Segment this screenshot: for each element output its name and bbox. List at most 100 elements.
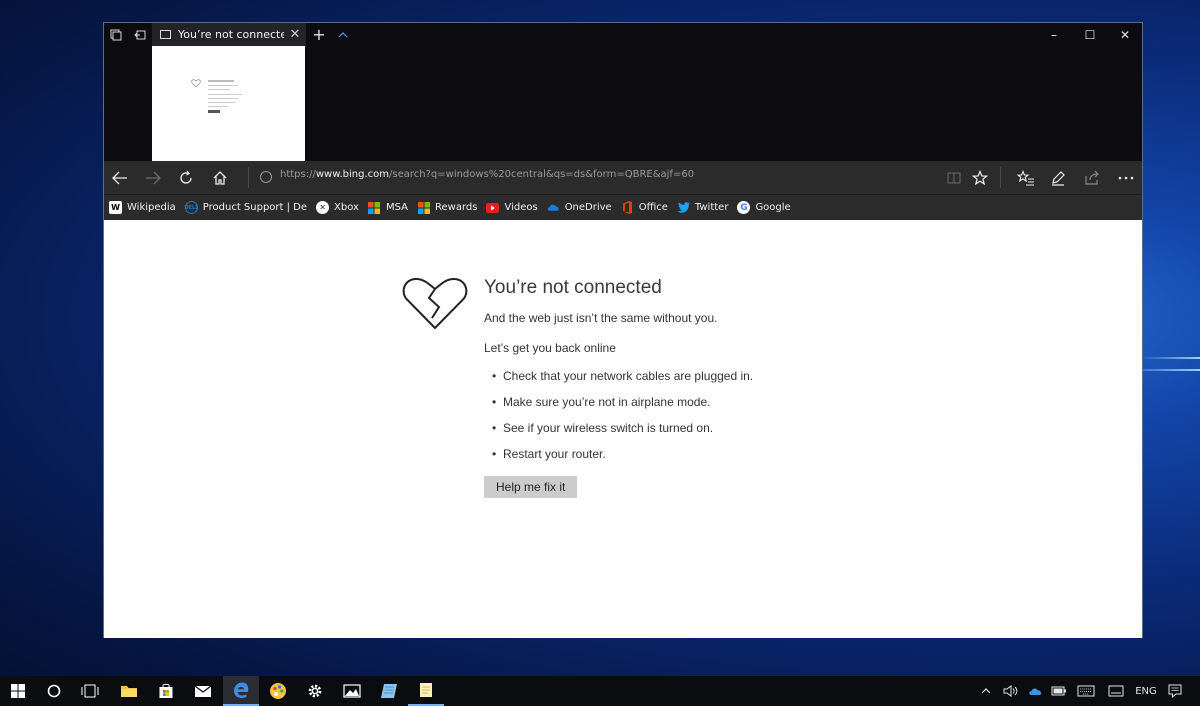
notepad-app-icon[interactable]	[371, 676, 407, 706]
photos-icon[interactable]	[334, 676, 370, 706]
favorite-videos[interactable]: Videos	[486, 201, 538, 214]
hub-icon[interactable]	[1010, 161, 1042, 194]
favorite-label: MSA	[385, 202, 408, 213]
more-icon[interactable]	[1110, 161, 1142, 194]
settings-gear-icon[interactable]	[297, 676, 333, 706]
troubleshooting-list: • Check that your network cables are plug…	[484, 369, 753, 473]
dell-icon: DELL	[184, 201, 198, 214]
tab-title: You’re not connected	[178, 28, 284, 41]
favorite-label: OneDrive	[564, 202, 612, 213]
divider	[248, 167, 249, 188]
favorite-label: Videos	[504, 202, 538, 213]
minimize-button[interactable]: –	[1037, 23, 1071, 46]
navigation-bar: https://www.bing.com/search?q=windows%20…	[104, 161, 1142, 194]
mail-icon[interactable]	[185, 676, 221, 706]
edge-icon[interactable]	[223, 676, 259, 706]
microsoft-icon	[417, 201, 430, 214]
list-item-text: Make sure you’re not in airplane mode.	[503, 395, 711, 409]
restore-tabs-icon[interactable]	[128, 23, 152, 46]
touch-keyboard-icon[interactable]	[1074, 676, 1098, 706]
favorite-label: Twitter	[694, 202, 729, 213]
wallpaper-light-beam	[1140, 357, 1200, 359]
onedrive-icon	[547, 201, 560, 214]
favorite-onedrive[interactable]: OneDrive	[547, 201, 612, 214]
favorite-star-icon[interactable]	[964, 161, 996, 194]
store-icon[interactable]	[148, 676, 184, 706]
notes-app-icon[interactable]	[408, 676, 444, 706]
favorite-twitter[interactable]: Twitter	[676, 201, 729, 214]
task-view-icon[interactable]	[72, 676, 108, 706]
windows-ink-icon[interactable]	[1104, 676, 1128, 706]
hide-tab-previews-icon[interactable]	[334, 23, 352, 46]
new-tab-button[interactable]: +	[308, 23, 330, 46]
browser-window: You’re not connected ✕ + – ☐ ✕ https://w…	[103, 22, 1143, 638]
battery-icon[interactable]	[1048, 676, 1070, 706]
favorite-office[interactable]: Office	[621, 201, 668, 214]
action-center-icon[interactable]	[1164, 676, 1186, 706]
favorite-label: Google	[755, 202, 791, 213]
favorite-label: Xbox	[334, 202, 359, 213]
input-language[interactable]: ENG	[1132, 676, 1160, 706]
show-hidden-icons-chevron-icon[interactable]	[977, 676, 995, 706]
favorites-bar: W Wikipedia DELL Product Support | De ✕ …	[104, 194, 1142, 220]
paint-3d-icon[interactable]	[260, 676, 296, 706]
error-lead: Let’s get you back online	[484, 341, 616, 355]
help-me-fix-it-button[interactable]: Help me fix it	[484, 476, 578, 498]
error-subtitle: And the web just isn’t the same without …	[484, 311, 718, 325]
home-icon[interactable]	[204, 161, 236, 194]
share-icon[interactable]	[1076, 161, 1108, 194]
web-note-icon[interactable]	[1042, 161, 1074, 194]
cortana-icon[interactable]	[36, 676, 72, 706]
start-windows-icon[interactable]	[0, 676, 36, 706]
error-title: You’re not connected	[484, 277, 662, 298]
xbox-icon: ✕	[316, 201, 330, 214]
list-item: • Check that your network cables are plug…	[484, 369, 753, 395]
youtube-icon	[486, 201, 500, 214]
taskbar: ENG	[0, 676, 1200, 706]
forward-icon[interactable]	[137, 161, 169, 194]
list-item: • Restart your router.	[484, 447, 753, 473]
favorite-label: Wikipedia	[127, 202, 176, 213]
office-icon	[621, 201, 634, 214]
broken-heart-icon	[402, 277, 468, 335]
volume-icon[interactable]	[1000, 676, 1022, 706]
favorite-xbox[interactable]: ✕ Xbox	[316, 201, 359, 214]
tab-active[interactable]: You’re not connected ✕	[152, 23, 306, 46]
site-info-icon[interactable]	[260, 171, 272, 183]
list-item: • See if your wireless switch is turned o…	[484, 421, 753, 447]
favorite-rewards[interactable]: Rewards	[417, 201, 477, 214]
maximize-button[interactable]: ☐	[1073, 23, 1107, 46]
list-item-text: Check that your network cables are plugg…	[503, 369, 754, 383]
list-item-text: Restart your router.	[503, 447, 606, 461]
list-item: • Make sure you’re not in airplane mode.	[484, 395, 753, 421]
back-icon[interactable]	[104, 161, 136, 194]
divider	[1000, 167, 1001, 188]
favorite-label: Office	[638, 202, 668, 213]
google-icon: G	[737, 201, 751, 214]
set-aside-tabs-icon[interactable]	[104, 23, 128, 46]
tab-close-icon[interactable]: ✕	[284, 27, 306, 42]
page-icon	[160, 30, 171, 39]
favorite-label: Product Support | De	[202, 202, 308, 213]
microsoft-icon	[368, 201, 381, 214]
url-path: /search?q=windows%20central&qs=ds&form=Q…	[389, 169, 695, 180]
page-content: You’re not connected And the web just is…	[104, 220, 1142, 638]
onedrive-tray-icon[interactable]	[1024, 676, 1046, 706]
refresh-icon[interactable]	[170, 161, 202, 194]
address-bar[interactable]: https://www.bing.com/search?q=windows%20…	[280, 169, 694, 180]
tab-bar: You’re not connected ✕ + – ☐ ✕	[104, 23, 1142, 161]
favorite-product-support[interactable]: DELL Product Support | De	[184, 201, 308, 214]
url-prefix: https://	[280, 169, 316, 180]
favorite-label: Rewards	[435, 202, 478, 213]
list-item-text: See if your wireless switch is turned on…	[503, 421, 714, 435]
url-host: www.bing.com	[315, 169, 390, 180]
favorite-google[interactable]: G Google	[737, 201, 791, 214]
favorite-msa[interactable]: MSA	[368, 201, 408, 214]
close-button[interactable]: ✕	[1108, 23, 1142, 46]
favorite-wikipedia[interactable]: W Wikipedia	[109, 201, 176, 214]
wikipedia-icon: W	[109, 201, 122, 214]
file-explorer-icon[interactable]	[111, 676, 147, 706]
twitter-icon	[676, 201, 690, 214]
tab-preview-thumbnail[interactable]	[152, 46, 305, 161]
error-message: You’re not connected And the web just is…	[484, 277, 753, 498]
